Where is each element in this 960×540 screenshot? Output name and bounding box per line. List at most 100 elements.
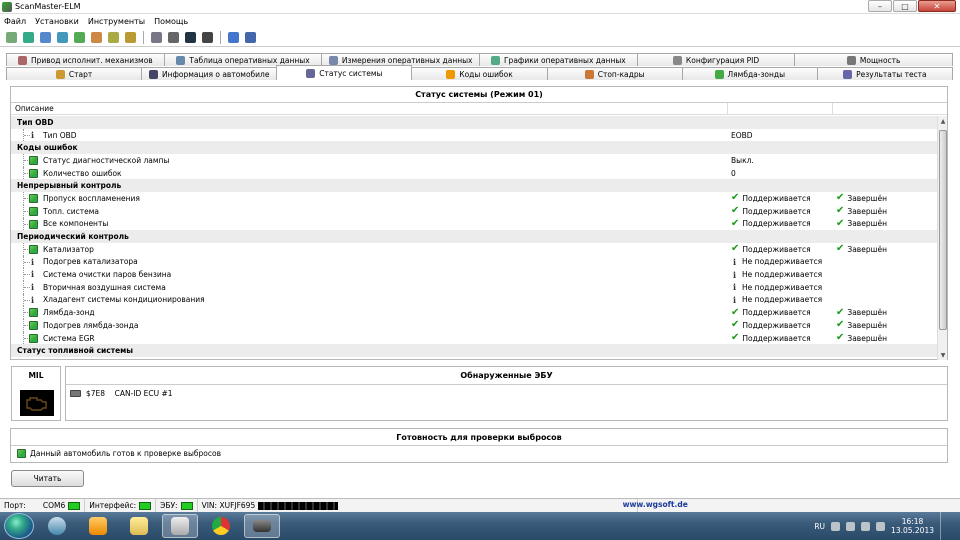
green-status-icon	[29, 244, 38, 254]
read-button[interactable]: Читать	[11, 470, 84, 487]
ecu-item[interactable]: $7E8 CAN-ID ECU #1	[66, 385, 947, 402]
row-label: Пропуск воспламенения	[43, 193, 140, 203]
tab-start[interactable]: Старт	[6, 67, 143, 80]
status-row[interactable]: Подогрев лямбда-зонда ✔ Поддерживается ✔ Зав…	[11, 319, 937, 332]
vertical-scrollbar[interactable]: ▲ ▼	[937, 116, 947, 360]
signal-icon[interactable]	[861, 521, 871, 531]
taskbar-hp[interactable]	[162, 514, 198, 538]
tab-config[interactable]: Конфигурация PID	[636, 53, 796, 66]
close-button[interactable]: ✕	[918, 0, 956, 12]
toolbar-button-monitor[interactable]	[166, 30, 181, 45]
row-value: i Не поддерживается	[731, 257, 822, 267]
row-label: Система очистки паров бензина	[43, 270, 172, 280]
status-row[interactable]: i Система очистки паров бензина i Не поддер…	[11, 268, 937, 281]
tab-status[interactable]: Статус системы	[276, 65, 413, 80]
status-row[interactable]: i Тип OBD EOBD	[11, 128, 937, 142]
status-row[interactable]: Статус диагностической лампы Выкл.	[11, 154, 937, 167]
toolbar-button-globe[interactable]	[21, 30, 36, 45]
readiness-title: Готовность для проверки выбросов	[11, 429, 947, 446]
clock[interactable]: 16:18 13.05.2013	[891, 517, 934, 535]
taskbar-folder[interactable]	[121, 514, 157, 538]
port-value: COM6	[42, 501, 66, 510]
check-icon: ✔	[731, 217, 740, 229]
row-value: Выкл.	[731, 156, 754, 165]
section-header[interactable]: Коды ошибок	[11, 141, 937, 155]
toolbar-button-connect[interactable]	[4, 30, 19, 45]
show-desktop-button[interactable]	[940, 512, 948, 540]
scroll-down-icon[interactable]: ▼	[938, 350, 948, 360]
check-icon: ✔	[731, 306, 740, 318]
row-value-text: Поддерживается	[742, 206, 811, 216]
maximize-button[interactable]: □	[893, 0, 917, 12]
taskbar-scanmaster[interactable]	[244, 514, 280, 538]
status-row[interactable]: Топл. система ✔ Поддерживается ✔ Завершён	[11, 204, 937, 218]
menu-file[interactable]: Файл	[4, 17, 26, 26]
tab-power[interactable]: Мощность	[794, 53, 954, 66]
toolbar-button-grid[interactable]	[72, 30, 87, 45]
volume-icon[interactable]	[876, 521, 886, 531]
toolbar-button-scan[interactable]	[38, 30, 53, 45]
taskbar-chrome[interactable]	[203, 514, 239, 538]
emissions-readiness-box: Готовность для проверки выбросов Данный …	[10, 428, 948, 463]
taskbar-media-player[interactable]	[80, 514, 116, 538]
toolbar-button-book[interactable]	[243, 30, 258, 45]
mil-label: MIL	[28, 371, 44, 380]
status-row[interactable]: Система EGR ✔ Поддерживается ✔ Завершён	[11, 331, 937, 345]
status-row[interactable]: i Вторичная воздушная система i Не поддержи…	[11, 280, 937, 294]
row-status-text: Завершён	[847, 333, 887, 343]
toolbar-button-info[interactable]	[226, 30, 241, 45]
section-header[interactable]: Периодический контроль	[11, 230, 937, 243]
language-indicator[interactable]: RU	[814, 522, 825, 531]
tab-test-result[interactable]: Результаты теста	[816, 67, 953, 80]
row-label: Статус диагностической лампы	[43, 155, 170, 165]
toolbar-button-report[interactable]	[149, 30, 164, 45]
toolbar-button-table[interactable]	[55, 30, 70, 45]
tab-info[interactable]: Информация о автомобиле	[141, 67, 278, 80]
menu-settings[interactable]: Установки	[35, 17, 79, 26]
section-header[interactable]: Статус топливной системы	[11, 344, 937, 358]
row-status-text: Завершён	[847, 219, 887, 229]
status-grid[interactable]: Тип OBD i Тип OBD EOBD Коды ошибок Статус диа…	[11, 116, 937, 360]
row-status-text: Завершён	[847, 320, 887, 330]
status-row[interactable]: i Подогрев катализатора i Не поддерживается	[11, 255, 937, 269]
tab-actuator[interactable]: Привод исполнит. механизмов	[6, 53, 165, 66]
toolbar-button-record[interactable]	[183, 30, 198, 45]
toolbar-button-chart[interactable]	[89, 30, 104, 45]
check-icon: ✔	[731, 243, 740, 255]
section-header[interactable]: Тип OBD	[11, 116, 937, 129]
flag-icon[interactable]	[846, 521, 856, 531]
tab-label: Статус системы	[319, 68, 383, 78]
title-bar: ScanMaster-ELM – □ ✕	[0, 0, 960, 14]
status-row[interactable]: Пропуск воспламенения ✔ Поддерживается ✔ Зав…	[11, 192, 937, 205]
status-row[interactable]: Лямбда-зонд ✔ Поддерживается ✔ Завершён	[11, 306, 937, 319]
scroll-thumb[interactable]	[939, 130, 947, 330]
toolbar-button-money[interactable]	[123, 30, 138, 45]
test-result-icon	[843, 69, 853, 79]
minimize-button[interactable]: –	[868, 0, 892, 12]
status-row[interactable]: Катализатор ✔ Поддерживается ✔ Завершён	[11, 242, 937, 256]
row-status: ✔ Завершён	[836, 306, 887, 318]
tab-freeze-frame[interactable]: Стоп-кадры	[546, 67, 683, 80]
toolbar-button-fuel[interactable]	[106, 30, 121, 45]
tab-warning[interactable]: Коды ошибок	[411, 67, 548, 80]
status-row[interactable]: i Хладагент системы кондиционирования i Не …	[11, 293, 937, 307]
status-row[interactable]: Все компоненты ✔ Поддерживается ✔ Завершён	[11, 217, 937, 231]
window-title: ScanMaster-ELM	[15, 2, 81, 11]
taskbar-explorer[interactable]	[39, 514, 75, 538]
tab-label: Измерения оперативных данных	[341, 55, 473, 65]
start-button[interactable]	[4, 513, 34, 539]
toolbar-button-stop[interactable]	[200, 30, 215, 45]
row-value-text: Поддерживается	[742, 244, 811, 254]
section-header[interactable]: Непрерывный контроль	[11, 179, 937, 193]
tab-chart[interactable]: Графики оперативных данных	[479, 53, 638, 66]
tab-row-bottom: Старт Информация о автомобиле Статус систе…	[6, 65, 953, 80]
website-link[interactable]: www.wgsoft.de	[623, 500, 688, 509]
menu-help[interactable]: Помощь	[154, 17, 188, 26]
scroll-up-icon[interactable]: ▲	[938, 116, 948, 126]
check-icon: ✔	[836, 306, 845, 318]
status-row[interactable]: Количество ошибок 0	[11, 166, 937, 180]
menu-tools[interactable]: Инструменты	[88, 17, 145, 26]
network-icon[interactable]	[831, 521, 841, 531]
interface-segment: Интерфейс:	[85, 498, 157, 513]
tab-lambda[interactable]: Лямбда-зонды	[681, 67, 818, 80]
